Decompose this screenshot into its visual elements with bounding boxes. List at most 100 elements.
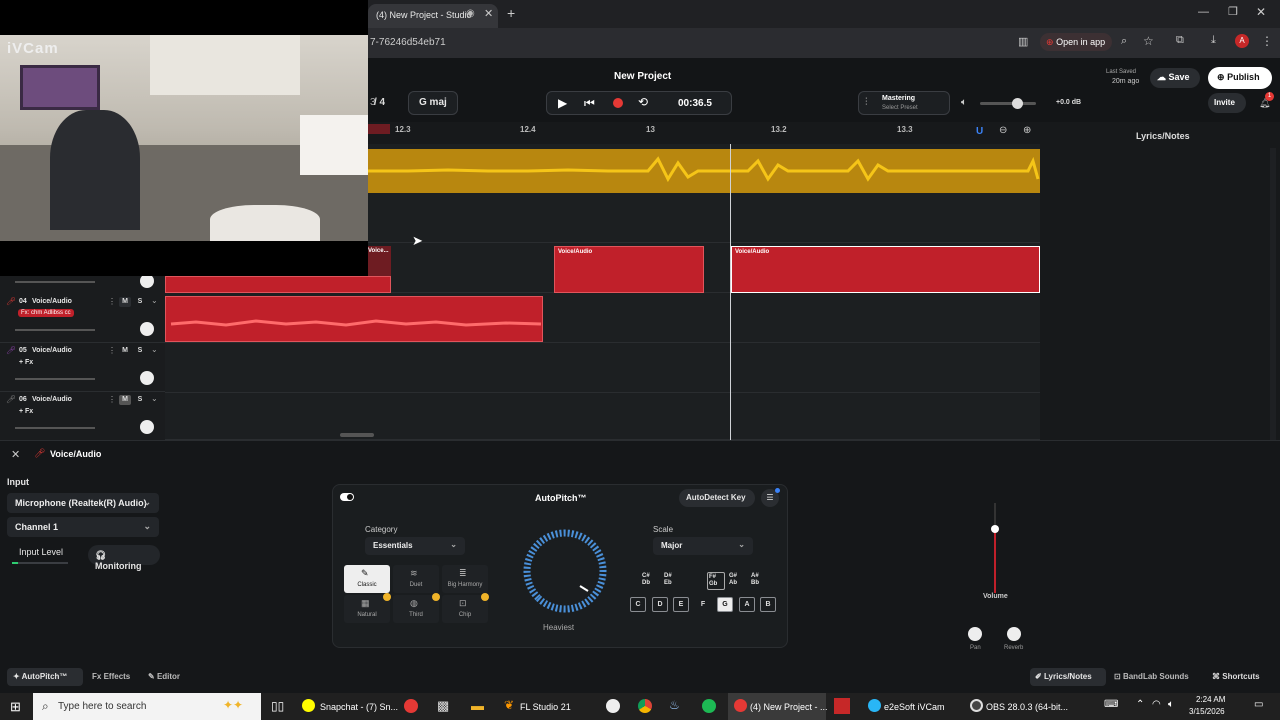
audio-clip-selected[interactable]: Voice/Audio <box>731 246 1040 293</box>
bookmark-star-icon[interactable]: ☆ <box>1143 34 1154 48</box>
loop-icon[interactable]: ⟲ <box>638 95 648 109</box>
zoom-in-icon[interactable]: ⊕ <box>1023 125 1031 136</box>
new-tab-icon[interactable]: + <box>507 5 515 21</box>
key-g[interactable]: G <box>717 597 733 612</box>
track-name[interactable]: Voice/Audio <box>32 396 72 403</box>
minecraft-icon[interactable]: ▩ <box>437 698 449 714</box>
category-select[interactable]: Essentials ⌄ <box>365 537 465 555</box>
project-title[interactable]: New Project <box>614 71 671 82</box>
chevron-down-icon[interactable]: ⌄ <box>151 296 158 305</box>
playhead[interactable] <box>730 144 731 440</box>
horizontal-scrollbar[interactable] <box>340 433 374 437</box>
tab-effects[interactable]: Fx Effects <box>92 672 130 681</box>
mute-button[interactable]: M <box>119 297 131 307</box>
browser-tab[interactable]: (4) New Project - Studio <box>368 4 498 28</box>
key-sharp-c[interactable]: C# Db <box>642 573 658 587</box>
track-menu-icon[interactable]: ⋮ <box>108 346 116 355</box>
pan-knob[interactable] <box>140 371 154 385</box>
solo-button[interactable]: S <box>134 297 146 307</box>
time-signature[interactable]: / 4 <box>374 97 385 108</box>
preset-classic[interactable]: ✎ Classic <box>344 565 390 593</box>
solo-button[interactable]: S <box>134 346 146 356</box>
app-red-icon[interactable] <box>404 699 418 713</box>
key-d[interactable]: D <box>652 597 668 612</box>
tab-autopitch[interactable]: ✦ AutoPitch™ <box>7 668 83 686</box>
input-device-select[interactable]: Microphone (Realtek(R) Audio) ⌄ <box>7 493 159 513</box>
preset-big-harmony[interactable]: ≣ Big Harmony <box>442 565 488 593</box>
taskbar-search[interactable]: ⌕ Type here to search ✦✦ <box>33 693 261 720</box>
publish-button[interactable]: ⊕ Publish <box>1208 67 1272 89</box>
spotify-icon[interactable] <box>702 699 716 713</box>
loop-region[interactable] <box>368 124 390 134</box>
app-white-icon[interactable] <box>606 699 620 713</box>
taskbar-snapchat[interactable]: Snapchat - (7) Sn... <box>296 693 398 720</box>
volume-tray-icon[interactable]: 🔈︎ <box>1168 699 1174 710</box>
zoom-icon[interactable]: ⌕ <box>1121 35 1127 48</box>
reading-mode-icon[interactable]: ▥ <box>1018 35 1028 48</box>
key-b[interactable]: B <box>760 597 776 612</box>
key-selector[interactable]: G maj <box>408 91 458 115</box>
close-editor-icon[interactable]: ✕ <box>11 448 20 461</box>
pan-knob[interactable] <box>140 420 154 434</box>
taskbar-ivcam[interactable]: e2eSoft iVCam <box>862 693 954 720</box>
menu-icon[interactable]: ⋮ <box>1261 34 1273 48</box>
track-volume-slider[interactable] <box>15 281 95 283</box>
autopitch-knob[interactable] <box>513 529 617 629</box>
taskbar-obs[interactable]: OBS 28.0.3 (64-bit... <box>964 693 1068 720</box>
track-menu-icon[interactable]: ⋮ <box>108 297 116 306</box>
url-text[interactable]: 7-76246d54eb71 <box>370 37 446 48</box>
pan-knob[interactable] <box>968 627 982 641</box>
invite-button[interactable]: Invite <box>1208 93 1246 113</box>
audio-clip[interactable] <box>165 296 543 342</box>
track-header-04[interactable]: 🎤︎ 04 Voice/Audio ⋮ M S ⌄ Fx: chm Adlibs… <box>0 294 165 343</box>
chrome-icon[interactable] <box>638 699 652 713</box>
autopitch-toggle[interactable] <box>340 493 354 501</box>
notification-center-icon[interactable]: ▭ <box>1254 699 1263 710</box>
key-a[interactable]: A <box>739 597 755 612</box>
autodetect-key-button[interactable]: AutoDetect Key <box>679 489 755 507</box>
zoom-out-icon[interactable]: ⊖ <box>999 125 1007 136</box>
solo-button[interactable]: S <box>134 395 146 405</box>
track-header-06[interactable]: 🎤︎ 06 Voice/Audio ⋮ M S ⌄ + Fx <box>0 392 165 441</box>
close-tab-icon[interactable]: ✕ <box>484 7 493 20</box>
snap-magnet-icon[interactable]: U <box>976 126 983 137</box>
track-name[interactable]: Voice/Audio <box>32 298 72 305</box>
extensions-icon[interactable]: ⧉ <box>1176 34 1184 47</box>
volume-fader-track[interactable] <box>991 503 999 593</box>
skip-back-icon[interactable]: ⏮ <box>584 96 595 111</box>
fx-chip[interactable]: Fx: chm Adlibss cc <box>18 309 74 317</box>
add-fx-button[interactable]: + Fx <box>19 408 33 415</box>
track-name[interactable]: Voice/Audio <box>32 347 72 354</box>
profile-avatar[interactable]: A <box>1235 34 1249 48</box>
tab-lyrics-notes[interactable]: ✐ Lyrics/Notes <box>1030 668 1106 686</box>
master-volume-thumb[interactable] <box>1012 98 1023 109</box>
record-icon[interactable] <box>613 98 623 108</box>
key-f[interactable]: F <box>695 597 711 612</box>
mastering-selector[interactable]: ⫶ Mastering Select Preset <box>858 91 950 115</box>
audio-clip-yellow[interactable] <box>368 149 1040 193</box>
monitoring-button[interactable]: 🎧︎ Monitoring <box>88 545 160 571</box>
open-in-app-button[interactable]: ⊕ Open in app <box>1040 33 1112 51</box>
speaker-icon[interactable]: 🔈︎ <box>961 97 967 108</box>
taskbar-fl-studio[interactable]: ❦ FL Studio 21 <box>498 693 594 720</box>
preset-duet[interactable]: ≋ Duet <box>393 565 439 593</box>
tab-shortcuts[interactable]: ⌘ Shortcuts <box>1212 672 1260 681</box>
volume-fader-thumb[interactable] <box>991 525 999 533</box>
mute-button[interactable]: M <box>119 346 131 356</box>
pan-knob[interactable] <box>140 322 154 336</box>
play-icon[interactable]: ▶ <box>558 96 567 110</box>
network-icon[interactable]: ◠ <box>1152 699 1161 710</box>
add-fx-button[interactable]: + Fx <box>19 359 33 366</box>
timeline-ruler[interactable]: 12.3 12.4 13 13.2 13.3 U ⊖ ⊕ <box>368 122 1040 144</box>
scale-select[interactable]: Major ⌄ <box>653 537 753 555</box>
chevron-down-icon[interactable]: ⌄ <box>151 394 158 403</box>
track-menu-icon[interactable]: ⋮ <box>108 395 116 404</box>
master-volume-slider[interactable] <box>980 98 1036 109</box>
reverb-knob[interactable] <box>1007 627 1021 641</box>
pan-knob[interactable] <box>140 274 154 288</box>
app-dark-red-icon[interactable] <box>834 698 850 714</box>
chevron-up-icon[interactable]: ⌃ <box>1136 699 1144 710</box>
key-e[interactable]: E <box>673 597 689 612</box>
close-window-icon[interactable]: ✕ <box>1256 5 1266 19</box>
key-sharp-d[interactable]: D# Eb <box>664 573 680 587</box>
